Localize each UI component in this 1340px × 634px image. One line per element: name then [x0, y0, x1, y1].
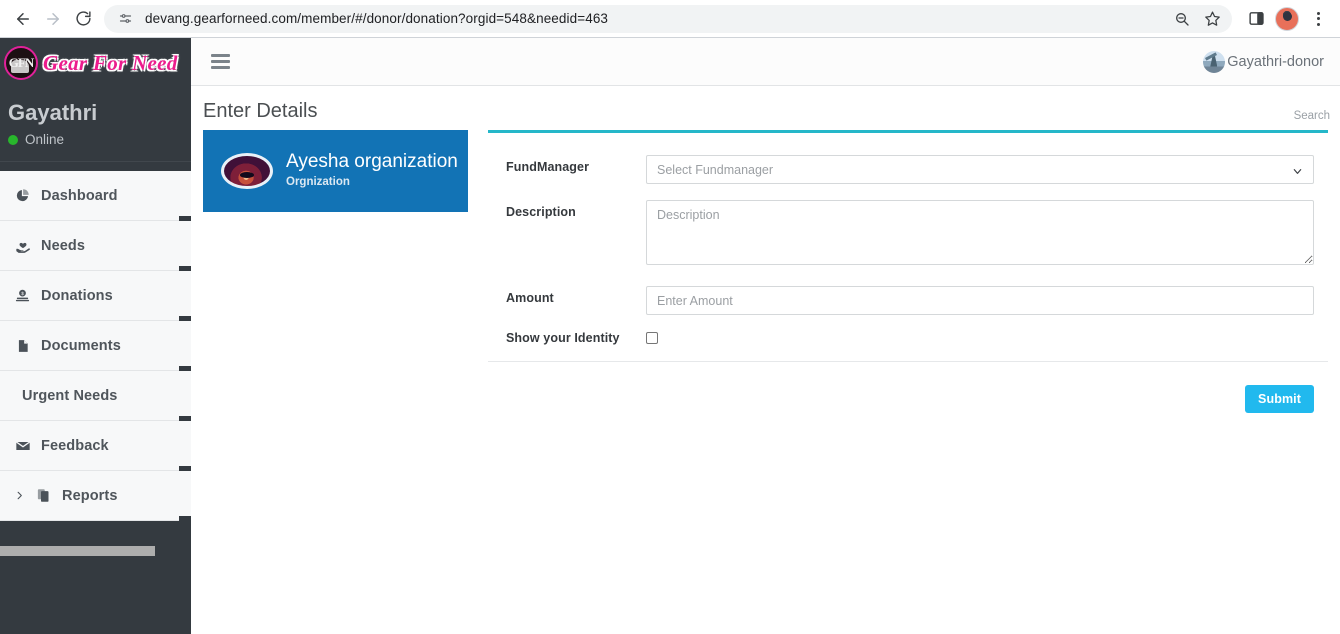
- fundmanager-label: FundManager: [506, 160, 590, 174]
- gear-for-need-logo-icon: GFN: [4, 46, 38, 80]
- description-input[interactable]: [646, 200, 1314, 265]
- sidebar-user-block: Gayathri Online: [0, 88, 191, 163]
- description-row: Description: [488, 200, 1328, 270]
- fundmanager-field-wrap: Select Fundmanager: [646, 155, 1314, 184]
- sidebar-user-name: Gayathri: [8, 100, 98, 125]
- form-body: FundManager Select Fundmanager Descripti…: [488, 133, 1328, 436]
- reload-icon: [75, 10, 92, 27]
- online-status-dot-icon: [8, 134, 18, 145]
- copy-files-icon: [35, 487, 52, 504]
- organization-avatar-icon: [221, 153, 273, 189]
- search-label[interactable]: Search: [1294, 110, 1330, 122]
- hamburger-menu-icon[interactable]: [211, 54, 230, 69]
- hand-heart-icon: [14, 237, 31, 254]
- sidebar-item-reports[interactable]: Reports: [0, 471, 191, 522]
- fundmanager-row: FundManager Select Fundmanager: [488, 155, 1328, 184]
- page-title: Enter Details: [203, 100, 318, 122]
- amount-label: Amount: [506, 291, 554, 305]
- organization-card[interactable]: Ayesha organization Orgnization: [203, 130, 468, 212]
- organization-subtitle: Orgnization: [286, 175, 350, 188]
- url-text: devang.gearforneed.com/member/#/donor/do…: [145, 11, 609, 26]
- sidebar-item-label: Donations: [41, 287, 113, 304]
- identity-row: Show your Identity: [488, 331, 1328, 345]
- organization-name: Ayesha organization: [286, 151, 458, 173]
- logo-initials: GFN: [8, 55, 34, 70]
- sidebar-item-label: Needs: [41, 237, 86, 254]
- svg-text:$: $: [21, 291, 24, 296]
- identity-label: Show your Identity: [506, 331, 620, 345]
- side-panel-icon[interactable]: [1242, 5, 1270, 33]
- three-dot-menu-icon: [1308, 9, 1328, 29]
- back-button[interactable]: [8, 4, 38, 34]
- fundmanager-select-shell: Select Fundmanager: [646, 155, 1314, 184]
- sidebar-item-donations[interactable]: $ Donations: [0, 271, 191, 322]
- browser-toolbar: devang.gearforneed.com/member/#/donor/do…: [0, 0, 1340, 37]
- sidebar-brand[interactable]: GFN Gear For Need: [0, 38, 191, 88]
- sidebar-horizontal-scrollbar[interactable]: [0, 546, 155, 556]
- description-label: Description: [506, 205, 576, 219]
- page-title-row: Enter Details Search: [191, 86, 1340, 130]
- donation-box-icon: $: [14, 287, 31, 304]
- profile-avatar-icon: [1275, 6, 1299, 31]
- identity-field-wrap: [646, 332, 1314, 344]
- arrow-right-icon: [44, 10, 62, 28]
- star-icon[interactable]: [1198, 5, 1226, 33]
- topbar-user-label: Gayathri-donor: [1227, 53, 1324, 70]
- browser-right-icons: [1242, 5, 1332, 33]
- brand-name: Gear For Need: [43, 50, 178, 75]
- sidebar-item-label: Urgent Needs: [22, 387, 118, 404]
- sidebar-item-feedback[interactable]: Feedback: [0, 421, 191, 472]
- topbar-user[interactable]: Gayathri-donor: [1203, 50, 1324, 73]
- arrow-left-icon: [14, 10, 32, 28]
- submit-button[interactable]: Submit: [1245, 385, 1314, 413]
- content-topbar: Gayathri-donor: [191, 38, 1340, 86]
- sidebar: GFN Gear For Need Gayathri Online Dashbo…: [0, 38, 191, 634]
- sidebar-item-documents[interactable]: Documents: [0, 321, 191, 372]
- chevron-right-icon: [14, 490, 25, 501]
- show-identity-checkbox[interactable]: [646, 332, 658, 344]
- sidebar-user-status-label: Online: [25, 132, 65, 148]
- reload-button[interactable]: [68, 4, 98, 34]
- pie-chart-icon: [14, 187, 31, 204]
- sidebar-item-needs[interactable]: Needs: [0, 221, 191, 272]
- sidebar-item-dashboard[interactable]: Dashboard: [0, 171, 191, 222]
- sidebar-item-label: Reports: [62, 487, 118, 504]
- amount-row: Amount: [488, 286, 1328, 315]
- sidebar-item-label: Documents: [41, 337, 121, 354]
- zoom-out-icon[interactable]: [1168, 5, 1196, 33]
- forward-button[interactable]: [38, 4, 68, 34]
- browser-menu-button[interactable]: [1304, 5, 1332, 33]
- organization-card-text: Ayesha organization Orgnization: [286, 151, 458, 190]
- sidebar-item-label: Feedback: [41, 437, 109, 454]
- fundmanager-select[interactable]: Select Fundmanager: [646, 155, 1314, 184]
- donation-form-card: FundManager Select Fundmanager Descripti…: [488, 130, 1328, 436]
- user-avatar-icon: [1203, 50, 1226, 73]
- omnibox-actions: [1168, 5, 1226, 33]
- form-footer: Submit: [488, 362, 1328, 436]
- sidebar-item-urgent-needs[interactable]: Urgent Needs: [0, 371, 191, 422]
- sidebar-menu: Dashboard Needs $ Donations Documents Ur…: [0, 171, 191, 522]
- page-root: GFN Gear For Need Gayathri Online Dashbo…: [0, 38, 1340, 634]
- amount-input[interactable]: [646, 286, 1314, 315]
- description-field-wrap: [646, 200, 1314, 270]
- sidebar-item-label: Dashboard: [41, 187, 118, 204]
- site-settings-icon[interactable]: [114, 8, 136, 30]
- envelope-icon: [14, 437, 31, 454]
- sidebar-user-status: Online: [8, 132, 191, 147]
- address-bar[interactable]: devang.gearforneed.com/member/#/donor/do…: [104, 4, 1232, 33]
- profile-button[interactable]: [1273, 5, 1301, 33]
- file-icon: [14, 337, 31, 354]
- amount-field-wrap: [646, 286, 1314, 315]
- main-content: Gayathri-donor Enter Details Search Ayes…: [191, 38, 1340, 634]
